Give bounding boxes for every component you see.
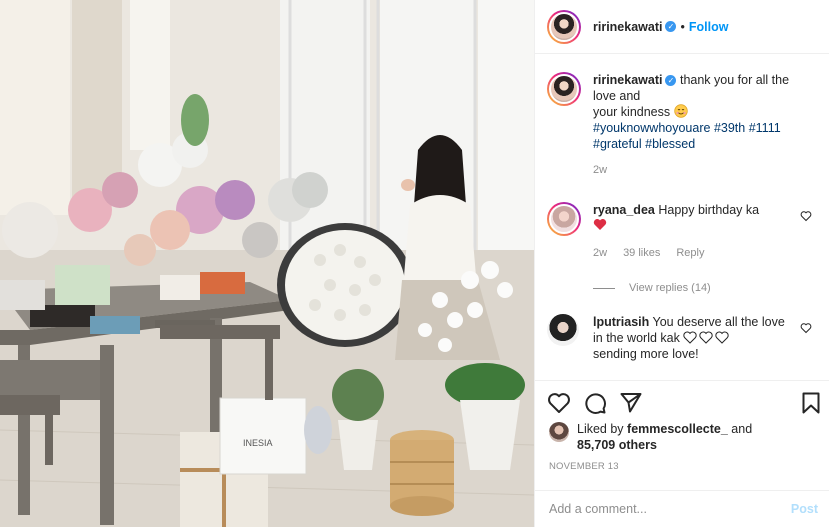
follow-button[interactable]: Follow (689, 20, 729, 34)
commenter-avatar[interactable] (547, 314, 579, 346)
view-replies-line (593, 287, 615, 289)
author-username[interactable]: ririnekawati (593, 20, 662, 34)
post-actions: Liked by femmescollecte_ and 85,709 othe… (535, 380, 829, 490)
bookmark-icon[interactable] (799, 391, 823, 415)
post-photo[interactable]: INESIA (0, 0, 534, 527)
separator-dot: • (680, 19, 685, 34)
verified-badge-icon: ✓ (665, 21, 677, 32)
caption-time[interactable]: 2w (593, 162, 607, 178)
action-icons (547, 389, 822, 417)
view-replies-button[interactable]: View replies (14) (593, 282, 711, 294)
comment-item: lputriasih You deserve all the love in t… (547, 314, 822, 362)
heart-outline-icon[interactable] (547, 391, 571, 415)
likes-count[interactable]: 85,709 others (577, 438, 657, 452)
post-header: ririnekawati ✓ • Follow (535, 0, 829, 54)
comment-trailing-text: sending more love! (593, 347, 699, 361)
commenter-avatar[interactable] (547, 202, 581, 236)
photo-illustration: INESIA (0, 0, 534, 527)
hashtag-link[interactable]: #blessed (645, 137, 695, 151)
paper-plane-icon[interactable] (619, 391, 643, 415)
likes-summary: Liked by femmescollecte_ and 85,709 othe… (549, 421, 752, 453)
white-hearts-icon (683, 331, 729, 344)
verified-badge-icon: ✓ (665, 75, 677, 86)
commenter-username[interactable]: lputriasih (593, 315, 649, 329)
comment-time[interactable]: 2w (593, 245, 607, 261)
comment-text: Happy birthday ka (658, 203, 760, 217)
liker-username[interactable]: femmescollecte_ (627, 422, 728, 436)
caption: ririnekawati ✓ thank you for all the love… (547, 72, 822, 178)
red-heart-icon (593, 219, 607, 230)
comment-input[interactable]: Add a comment... (549, 502, 647, 516)
liker-avatar[interactable] (549, 422, 569, 442)
likes-middle: and (731, 422, 753, 436)
caption-username[interactable]: ririnekawati (593, 73, 662, 87)
hashtag-link[interactable]: #youknowwhoyouare (593, 121, 710, 135)
hashtag-link[interactable]: #grateful (593, 137, 642, 151)
commenter-username[interactable]: ryana_dea (593, 203, 655, 217)
comments-list[interactable]: ririnekawati ✓ thank you for all the love… (535, 54, 829, 374)
comment-like-icon[interactable] (800, 322, 812, 334)
photo-box-text: INESIA (243, 438, 273, 448)
author-avatar[interactable] (547, 9, 581, 44)
hashtag-link[interactable]: #1111 (749, 121, 781, 135)
post-detail-panel: ririnekawati ✓ • Follow ririnekawati ✓ th… (534, 0, 829, 527)
caption-avatar[interactable] (547, 72, 581, 106)
likes-prefix: Liked by (577, 422, 624, 436)
comment-bubble-icon[interactable] (583, 391, 607, 415)
comment-item: ryana_dea Happy birthday ka 2w 39 likes … (547, 202, 822, 261)
view-replies-label: View replies (14) (629, 282, 711, 294)
add-comment-bar: Add a comment... Post (535, 490, 829, 527)
comment-likes[interactable]: 39 likes (623, 245, 660, 261)
hashtag-link[interactable]: #39th (714, 121, 745, 135)
comment-like-icon[interactable] (800, 210, 812, 222)
post-date[interactable]: NOVEMBER 13 (549, 461, 619, 472)
post-comment-button[interactable]: Post (791, 502, 818, 516)
smiling-face-icon (673, 104, 688, 118)
reply-button[interactable]: Reply (676, 245, 704, 261)
caption-line2: your kindness (593, 105, 671, 119)
